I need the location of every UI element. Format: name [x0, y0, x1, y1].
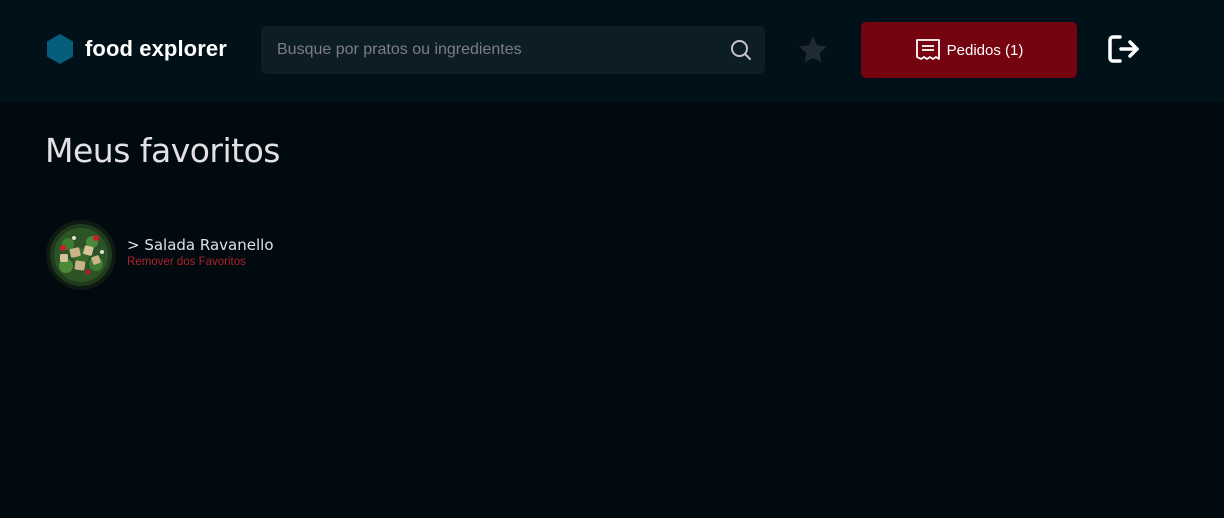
favorite-item: > Salada Ravanello Remover dos Favoritos [46, 219, 274, 291]
logout-button[interactable] [1107, 32, 1143, 66]
receipt-icon [915, 39, 940, 60]
star-icon [799, 36, 827, 63]
sign-out-icon [1108, 35, 1139, 63]
page-title: Meus favoritos [45, 131, 281, 170]
favorite-dish-name[interactable]: > Salada Ravanello [127, 236, 274, 254]
brand-logo[interactable]: food explorer [46, 33, 227, 65]
search-icon[interactable] [717, 26, 765, 74]
remove-favorite-link[interactable]: Remover dos Favoritos [127, 256, 274, 268]
orders-button[interactable]: Pedidos (1) [861, 22, 1077, 78]
brand-name: food explorer [85, 36, 227, 61]
dish-image [46, 220, 116, 290]
search-input[interactable] [261, 26, 717, 74]
favorite-text: > Salada Ravanello Remover dos Favoritos [127, 236, 274, 268]
favorites-button[interactable] [795, 32, 831, 68]
search-bar [261, 26, 765, 74]
app-header: food explorer Pedidos (1) [0, 0, 1224, 102]
hexagon-logo-icon [47, 34, 73, 64]
orders-label: Pedidos (1) [946, 41, 1024, 59]
